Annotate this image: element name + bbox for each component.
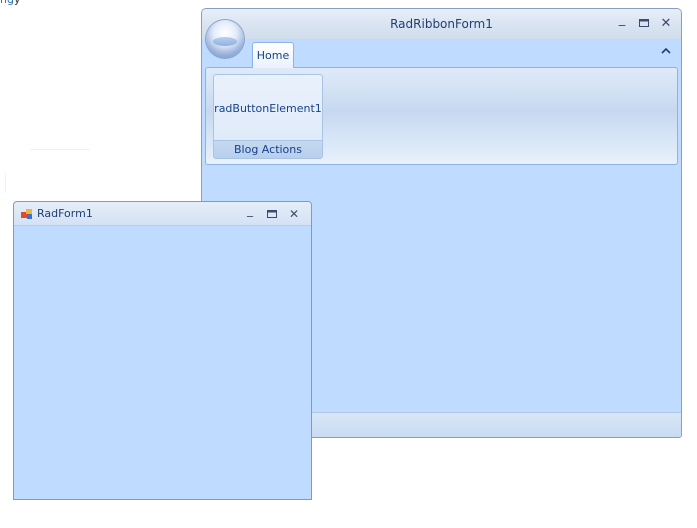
window-buttons: _ ✕ [611, 11, 677, 31]
ribbon-panel: radButtonElement1 Blog Actions [205, 67, 678, 165]
close-icon: ✕ [660, 15, 672, 31]
rad-button-element[interactable]: radButtonElement1 [214, 75, 322, 142]
background-ghost-line [5, 173, 7, 193]
group-caption: Blog Actions [214, 140, 322, 158]
ribbon-group-blog-actions: radButtonElement1 Blog Actions [213, 74, 323, 159]
window-title: RadRibbonForm1 [390, 17, 493, 31]
chevron-up-icon [661, 47, 671, 54]
application-menu-button[interactable] [206, 20, 244, 58]
minimize-button[interactable]: _ [611, 11, 633, 31]
maximize-button[interactable] [261, 206, 283, 222]
tab-home[interactable]: Home [252, 42, 294, 68]
ribbon-tab-strip: Home [202, 39, 681, 68]
close-button[interactable]: ✕ [655, 15, 677, 31]
rad-form-window: RadForm1 _ ✕ [13, 201, 312, 500]
maximize-icon [267, 207, 277, 221]
maximize-button[interactable] [633, 15, 655, 31]
background-link[interactable]: ng [0, 0, 14, 6]
window-title: RadForm1 [37, 207, 93, 220]
minimize-icon: _ [618, 11, 626, 27]
close-button[interactable]: ✕ [283, 206, 305, 222]
close-icon: ✕ [288, 207, 300, 221]
app-icon [21, 209, 32, 219]
ribbon-form-titlebar[interactable]: RadRibbonForm1 _ ✕ [202, 9, 681, 40]
window-buttons: _ ✕ [239, 203, 305, 222]
rad-form-titlebar[interactable]: RadForm1 _ ✕ [14, 202, 311, 226]
background-ghost-line [30, 149, 90, 150]
background-link-text[interactable]: ngy [0, 0, 20, 6]
maximize-icon [639, 16, 649, 31]
minimize-icon: _ [247, 203, 253, 217]
background-text-suffix: y [14, 0, 21, 6]
minimize-button[interactable]: _ [239, 203, 261, 222]
collapse-ribbon-button[interactable] [661, 43, 671, 57]
